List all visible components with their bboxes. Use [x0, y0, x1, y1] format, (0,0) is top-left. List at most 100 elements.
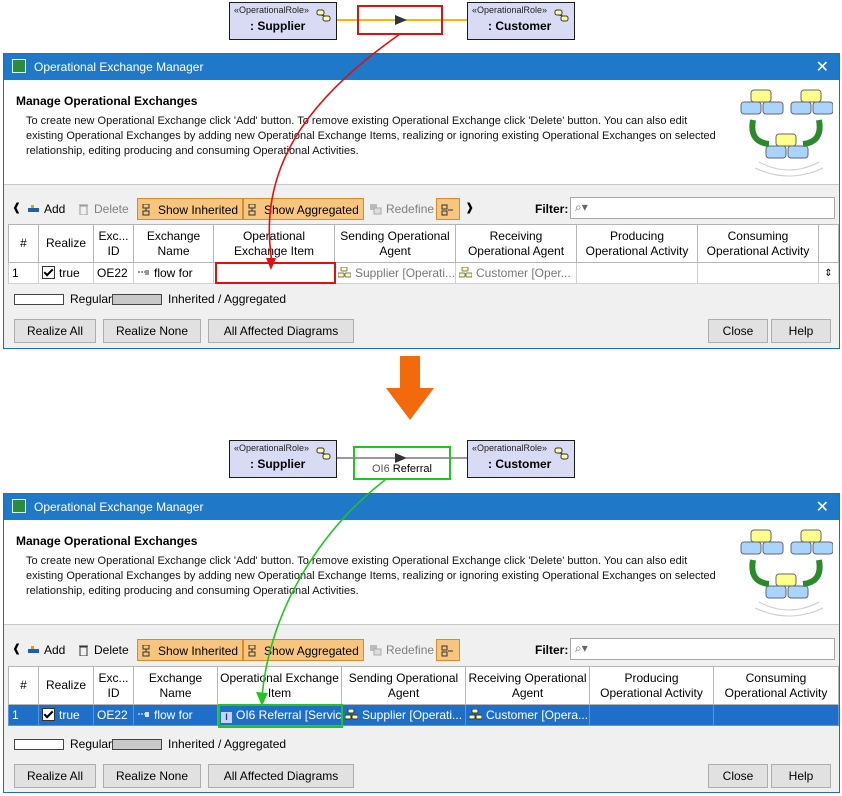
redefine-button[interactable]: Redefine — [366, 198, 438, 220]
show-inherited-toggle[interactable]: Show Inherited — [137, 198, 244, 220]
realize-cell[interactable]: true — [38, 704, 94, 726]
column-header-receiving[interactable]: Receiving Operational Agent — [465, 666, 590, 705]
sending-cell[interactable]: Supplier [Operati... — [334, 262, 456, 284]
toolbar: ❰ Add Delete Show Inherited Show Aggrega… — [10, 196, 835, 222]
inherited-icon — [142, 645, 150, 657]
help-button[interactable]: Help — [771, 764, 831, 788]
options-icon — [441, 645, 453, 657]
column-header-id[interactable]: Exc... ID — [93, 666, 134, 705]
consuming-cell[interactable] — [697, 262, 819, 284]
producing-cell[interactable] — [576, 262, 698, 284]
redefine-icon — [370, 645, 382, 656]
close-icon[interactable]: ✕ — [816, 497, 829, 517]
title-bar: Operational Exchange Manager ✕ — [4, 494, 839, 520]
customer-role-box[interactable]: «OperationalRole» : Customer — [467, 2, 575, 40]
column-header-num[interactable]: # — [8, 666, 39, 705]
role-icon — [554, 9, 569, 22]
column-header-item[interactable]: Operational Exchange Item — [217, 666, 342, 705]
column-header-id[interactable]: Exc... ID — [93, 224, 134, 263]
close-button[interactable]: Close — [708, 319, 768, 343]
help-button[interactable]: Help — [771, 319, 831, 343]
column-header-sending[interactable]: Sending Operational Agent — [334, 224, 456, 263]
redefine-button[interactable]: Redefine — [366, 639, 438, 661]
receiving-cell[interactable]: Customer [Oper... — [455, 262, 577, 284]
all-affected-diagrams-button[interactable]: All Affected Diagrams — [208, 319, 354, 343]
column-header-receiving[interactable]: Receiving Operational Agent — [455, 224, 577, 263]
realize-all-button[interactable]: Realize All — [14, 319, 96, 343]
column-header-producing[interactable]: Producing Operational Activity — [589, 666, 714, 705]
scroll-left-icon[interactable]: ❰ — [12, 201, 21, 214]
close-button[interactable]: Close — [708, 764, 768, 788]
add-button[interactable]: Add — [24, 639, 69, 661]
column-header-consuming[interactable]: Consuming Operational Activity — [697, 224, 819, 263]
receiving-cell[interactable]: Customer [Opera... — [465, 704, 590, 726]
show-inherited-toggle[interactable]: Show Inherited — [137, 639, 244, 661]
column-header-name[interactable]: Exchange Name — [133, 666, 218, 705]
options-toggle[interactable] — [436, 198, 460, 220]
header-title: Manage Operational Exchanges — [16, 534, 198, 548]
close-icon[interactable]: ✕ — [816, 57, 829, 77]
filter-input[interactable]: ⌕▾ — [570, 638, 835, 660]
producing-cell[interactable] — [589, 704, 714, 726]
realize-all-button[interactable]: Realize All — [14, 764, 96, 788]
column-header-realize[interactable]: Realize — [38, 224, 94, 263]
name-cell[interactable]: flow for — [133, 262, 214, 284]
supplier-role-box[interactable]: «OperationalRole» : Supplier — [229, 2, 337, 40]
realize-cell[interactable]: true — [38, 262, 94, 284]
column-header-num[interactable]: # — [8, 224, 39, 263]
supplier-role-box[interactable]: «OperationalRole» : Supplier — [229, 440, 337, 478]
legend-regular-label: Regular — [70, 737, 113, 751]
header-title: Manage Operational Exchanges — [16, 94, 198, 108]
filter-input[interactable]: ⌕▾ — [570, 197, 835, 219]
customer-name: : Customer — [488, 457, 552, 471]
operational-exchange-manager-dialog: Operational Exchange Manager ✕ Manage Op… — [3, 493, 840, 793]
dialog-header: Manage Operational Exchanges To create n… — [4, 80, 839, 185]
role-icon — [469, 709, 482, 720]
column-header-spacer — [818, 224, 839, 263]
customer-role-box[interactable]: «OperationalRole» : Customer — [467, 440, 575, 478]
role-icon — [316, 9, 331, 22]
add-button[interactable]: Add — [24, 198, 69, 220]
id-cell: OE22 — [93, 262, 134, 284]
column-header-producing[interactable]: Producing Operational Activity — [576, 224, 698, 263]
trash-icon — [79, 204, 88, 215]
scroll-right-icon[interactable]: ❱ — [465, 201, 474, 214]
add-icon — [28, 205, 39, 212]
column-header-consuming[interactable]: Consuming Operational Activity — [713, 666, 839, 705]
show-aggregated-toggle[interactable]: Show Aggregated — [243, 198, 364, 220]
app-icon — [12, 499, 26, 513]
realize-checkbox[interactable] — [42, 266, 55, 279]
table-row[interactable]: 1 true OE22 flow for Supplier [Operati..… — [8, 262, 839, 284]
column-header-realize[interactable]: Realize — [38, 666, 94, 705]
column-header-item[interactable]: Operational Exchange Item — [213, 224, 335, 263]
down-arrow-icon — [386, 356, 434, 420]
header-description: To create new Operational Exchange click… — [26, 555, 716, 597]
add-icon — [28, 646, 39, 653]
toolbar: ❰ Add Delete Show Inherited Show Aggrega… — [10, 637, 835, 663]
realize-checkbox[interactable] — [42, 708, 55, 721]
options-toggle[interactable] — [436, 639, 460, 661]
scroll-left-icon[interactable]: ❰ — [12, 642, 21, 655]
sending-cell[interactable]: Supplier [Operati... — [341, 704, 466, 726]
row-num: 1 — [8, 704, 39, 726]
all-affected-diagrams-button[interactable]: All Affected Diagrams — [208, 764, 354, 788]
name-cell[interactable]: flow for — [133, 704, 218, 726]
column-header-name[interactable]: Exchange Name — [133, 224, 214, 263]
delete-button[interactable]: Delete — [74, 639, 133, 661]
filter-label: Filter: — [535, 202, 569, 216]
table-row[interactable]: 1 true OE22 flow for I OI6 Referral [Serv… — [8, 704, 839, 726]
stereotype-label: «OperationalRole» — [234, 443, 310, 453]
role-icon — [316, 447, 331, 460]
delete-button[interactable]: Delete — [74, 198, 133, 220]
column-header-sending[interactable]: Sending Operational Agent — [341, 666, 466, 705]
customer-name: : Customer — [488, 19, 552, 33]
row-scroll-icon[interactable]: ⇕ — [818, 262, 839, 284]
show-aggregated-toggle[interactable]: Show Aggregated — [243, 639, 364, 661]
legend-regular-label: Regular — [70, 292, 113, 306]
legend-regular-swatch — [14, 294, 64, 305]
operational-exchange-manager-dialog: Operational Exchange Manager ✕ Manage Op… — [3, 53, 840, 349]
realize-none-button[interactable]: Realize None — [103, 764, 201, 788]
exchange-table: # Realize Exc... ID Exchange Name Operat… — [8, 666, 839, 726]
consuming-cell[interactable] — [713, 704, 839, 726]
realize-none-button[interactable]: Realize None — [103, 319, 201, 343]
